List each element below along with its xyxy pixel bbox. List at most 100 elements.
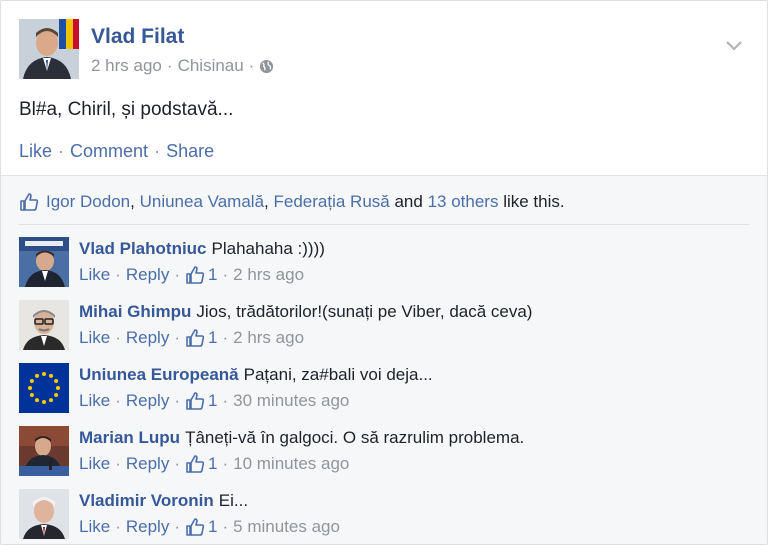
eu-flag-avatar[interactable] xyxy=(19,363,69,413)
comment-reply-button[interactable]: Reply xyxy=(126,391,169,411)
commenter-avatar[interactable] xyxy=(19,489,69,539)
comment-text: Ei... xyxy=(218,491,249,510)
comment-reply-button[interactable]: Reply xyxy=(126,265,169,285)
liker-name[interactable]: Igor Dodon xyxy=(46,192,130,212)
likes-others-link[interactable]: 13 others xyxy=(428,192,499,212)
post-time[interactable]: 2 hrs ago xyxy=(91,56,162,76)
thumbs-up-icon[interactable] xyxy=(185,328,205,348)
separator-dot: · xyxy=(58,141,65,161)
commenter-name[interactable]: Vladimir Voronin xyxy=(79,491,214,510)
comment-time[interactable]: 10 minutes ago xyxy=(233,454,349,474)
separator-dot: · xyxy=(222,517,229,536)
post-meta: 2 hrs ago · Chisinau · xyxy=(91,56,274,76)
comment-body: Mihai Ghimpu Jios, trădătorilor!(sunați p… xyxy=(79,302,532,322)
separator-dot: · xyxy=(174,391,180,410)
comment: Vlad Plahotniuc Plahahaha :)))) Like · Re… xyxy=(19,237,759,293)
globe-icon[interactable] xyxy=(259,59,274,74)
commenter-name[interactable]: Uniunea Europeană xyxy=(79,365,239,384)
separator-dot: · xyxy=(115,391,121,410)
comment-like-button[interactable]: Like xyxy=(79,517,110,537)
liker-name[interactable]: Federația Rusă xyxy=(274,192,390,212)
separator-dot: · xyxy=(174,517,180,536)
list-separator: , xyxy=(264,192,269,211)
thumbs-up-icon[interactable] xyxy=(185,454,205,474)
post-card: Vlad Filat 2 hrs ago · Chisinau · Bl#a, … xyxy=(0,0,768,545)
feedback-section: Igor Dodon, Uniunea Vamală, Federația Ru… xyxy=(1,175,767,544)
commenter-avatar[interactable] xyxy=(19,426,69,476)
commenter-avatar[interactable] xyxy=(19,300,69,350)
comment-reply-button[interactable]: Reply xyxy=(126,454,169,474)
divider xyxy=(19,224,749,225)
comment-text: Jios, trădătorilor!(sunați pe Viber, dac… xyxy=(196,302,533,321)
likes-and-text: and xyxy=(394,192,423,211)
comment-body: Vladimir Voronin Ei... xyxy=(79,491,248,511)
post-actions: Like · Comment · Share xyxy=(19,141,214,162)
comment-like-count[interactable]: 1 xyxy=(208,391,217,411)
commenter-name[interactable]: Mihai Ghimpu xyxy=(79,302,191,321)
author-avatar[interactable] xyxy=(19,19,79,79)
commenter-avatar[interactable] xyxy=(19,237,69,287)
comment-reply-button[interactable]: Reply xyxy=(126,517,169,537)
separator-dot: · xyxy=(115,328,121,347)
comment-time[interactable]: 30 minutes ago xyxy=(233,391,349,411)
comment-like-button[interactable]: Like xyxy=(79,454,110,474)
post-header: Vlad Filat 2 hrs ago · Chisinau · xyxy=(19,19,759,81)
comment-actions: Like · Reply · 1 · 5 minutes ago xyxy=(79,517,340,537)
separator-dot: · xyxy=(115,265,121,284)
comment-like-button[interactable]: Like xyxy=(79,265,110,285)
separator-dot: · xyxy=(166,56,173,75)
comment-like-count[interactable]: 1 xyxy=(208,265,217,285)
separator-dot: · xyxy=(174,328,180,347)
comment-body: Uniunea Europeană Pațani, za#bali voi dej… xyxy=(79,365,433,385)
comment-text: Plahahaha :)))) xyxy=(211,239,325,258)
separator-dot: · xyxy=(115,517,121,536)
comment-actions: Like · Reply · 1 · 2 hrs ago xyxy=(79,328,304,348)
comment-time[interactable]: 5 minutes ago xyxy=(233,517,340,537)
comment-button[interactable]: Comment xyxy=(70,141,148,162)
separator-dot: · xyxy=(248,56,255,75)
comment-like-count[interactable]: 1 xyxy=(208,328,217,348)
commenter-name[interactable]: Vlad Plahotniuc xyxy=(79,239,207,258)
separator-dot: · xyxy=(222,391,229,410)
like-button[interactable]: Like xyxy=(19,141,52,162)
share-button[interactable]: Share xyxy=(166,141,214,162)
separator-dot: · xyxy=(222,265,229,284)
likes-summary: Igor Dodon, Uniunea Vamală, Federația Ru… xyxy=(19,192,565,212)
comment-like-button[interactable]: Like xyxy=(79,328,110,348)
comment-text: Țâneți-vă în galgoci. O să razrulim prob… xyxy=(185,428,525,447)
comment-actions: Like · Reply · 1 · 2 hrs ago xyxy=(79,265,304,285)
post-author[interactable]: Vlad Filat xyxy=(91,25,184,49)
chevron-down-icon[interactable] xyxy=(725,39,743,51)
comment-actions: Like · Reply · 1 · 30 minutes ago xyxy=(79,391,349,411)
post-location[interactable]: Chisinau xyxy=(178,56,244,76)
thumbs-up-icon[interactable] xyxy=(185,391,205,411)
comment-body: Marian Lupu Țâneți-vă în galgoci. O să ra… xyxy=(79,428,524,448)
separator-dot: · xyxy=(174,454,180,473)
comment-like-button[interactable]: Like xyxy=(79,391,110,411)
thumbs-up-icon[interactable] xyxy=(185,517,205,537)
commenter-name[interactable]: Marian Lupu xyxy=(79,428,180,447)
likes-suffix: like this. xyxy=(503,192,565,211)
comment-text: Pațani, za#bali voi deja... xyxy=(243,365,433,384)
liker-name[interactable]: Uniunea Vamală xyxy=(140,192,264,212)
comment-like-count[interactable]: 1 xyxy=(208,454,217,474)
comment-body: Vlad Plahotniuc Plahahaha :)))) xyxy=(79,239,325,259)
list-separator: , xyxy=(130,192,135,211)
separator-dot: · xyxy=(222,454,229,473)
separator-dot: · xyxy=(222,328,229,347)
separator-dot: · xyxy=(154,141,161,161)
post-text: Bl#a, Chiril, și podstavă... xyxy=(19,99,234,120)
comment: Marian Lupu Țâneți-vă în galgoci. O să ra… xyxy=(19,426,759,482)
thumbs-up-icon xyxy=(20,193,39,211)
comment-time[interactable]: 2 hrs ago xyxy=(233,328,304,348)
comment-time[interactable]: 2 hrs ago xyxy=(233,265,304,285)
separator-dot: · xyxy=(174,265,180,284)
comment-actions: Like · Reply · 1 · 10 minutes ago xyxy=(79,454,349,474)
comment: Uniunea Europeană Pațani, za#bali voi dej… xyxy=(19,363,759,419)
thumbs-up-icon[interactable] xyxy=(185,265,205,285)
comment-like-count[interactable]: 1 xyxy=(208,517,217,537)
comment: Mihai Ghimpu Jios, trădătorilor!(sunați p… xyxy=(19,300,759,356)
separator-dot: · xyxy=(115,454,121,473)
comment-reply-button[interactable]: Reply xyxy=(126,328,169,348)
comment: Vladimir Voronin Ei... Like · Reply · 1 ·… xyxy=(19,489,759,544)
